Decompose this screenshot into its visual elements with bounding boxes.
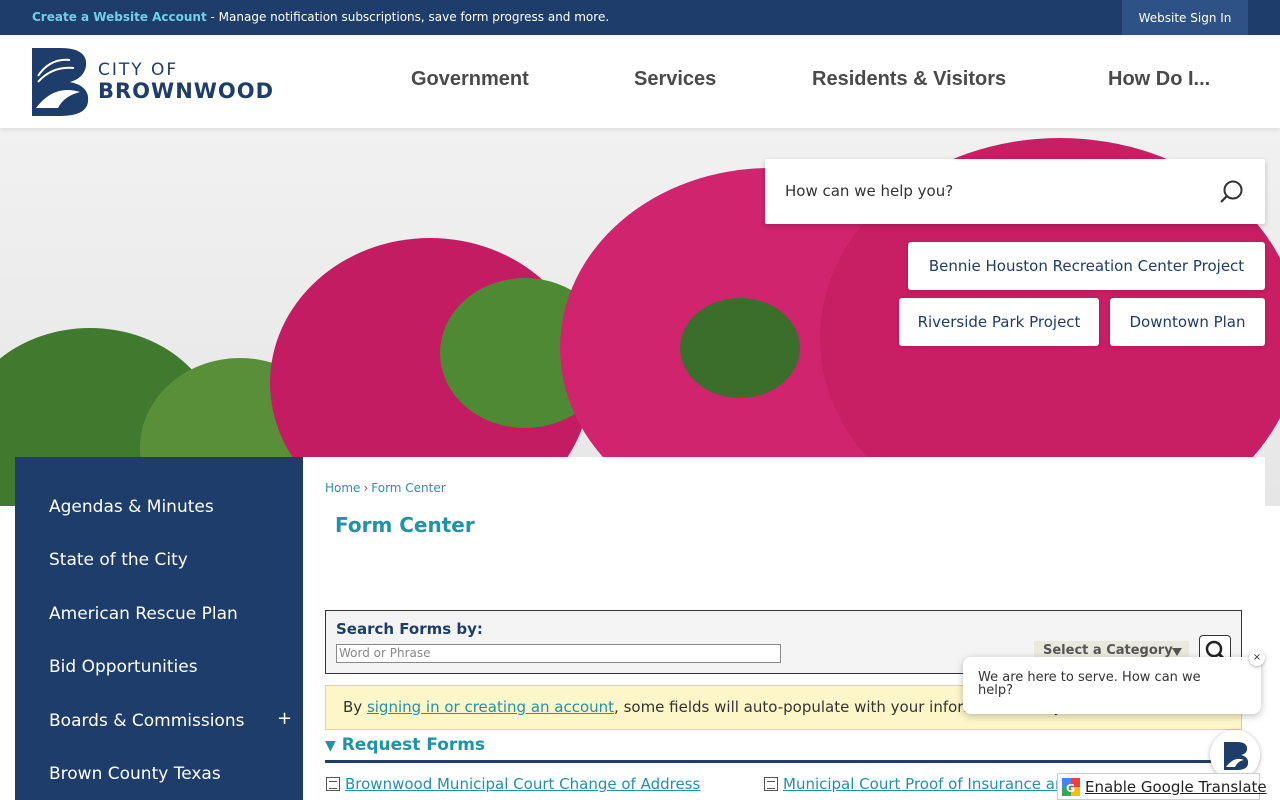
sidebar-nav: Agendas & Minutes State of the City Amer… (15, 457, 303, 800)
city-logo[interactable]: CITY OF BROWNWOOD (30, 46, 273, 118)
nav-services[interactable]: Services (634, 68, 716, 91)
category-select-value: Select a Category (1043, 643, 1173, 658)
google-translate-icon: G (1062, 778, 1080, 796)
main-content: Home › Form Center Form Center Search Form… (303, 457, 1265, 800)
breadcrumb: Home › Form Center (325, 481, 446, 495)
site-search-input[interactable]: How can we help you? (785, 182, 953, 200)
chat-popup[interactable]: We are here to serve. How can we help? × (963, 650, 1265, 714)
nav-residents-visitors[interactable]: Residents & Visitors (812, 68, 1006, 91)
quick-link-riverside-park[interactable]: Riverside Park Project (899, 298, 1099, 346)
dropdown-arrow-icon (1172, 648, 1182, 656)
logo-city-name: BROWNWOOD (98, 79, 275, 103)
site-header: CITY OF BROWNWOOD Government Services Re… (0, 35, 1280, 128)
expand-icon[interactable]: + (277, 708, 292, 729)
sign-in-button[interactable]: Website Sign In (1122, 0, 1248, 35)
search-icon[interactable] (1219, 179, 1245, 205)
page-title: Form Center (335, 513, 475, 537)
site-search-box[interactable]: How can we help you? (765, 159, 1265, 224)
chat-message: We are here to serve. How can we help? (978, 670, 1201, 698)
breadcrumb-separator: › (363, 481, 369, 495)
logo-mark-icon (32, 48, 89, 116)
close-icon[interactable]: × (1249, 650, 1265, 666)
sidebar-item-boards-commissions[interactable]: Boards & Commissions (49, 711, 244, 731)
top-bar: Create a Website Account - Manage notifi… (0, 0, 1280, 35)
sidebar-item-agendas-minutes[interactable]: Agendas & Minutes (49, 497, 214, 517)
svg-text:G: G (1066, 782, 1075, 795)
request-forms-title: Request Forms (341, 735, 486, 755)
account-message-text: - Manage notification subscriptions, sav… (206, 10, 610, 24)
request-forms-header[interactable]: ▼ Request Forms (325, 735, 1242, 763)
sidebar-item-state-of-the-city[interactable]: State of the City (49, 550, 188, 570)
google-translate-button[interactable]: G Enable Google Translate (1057, 773, 1267, 800)
breadcrumb-current[interactable]: Form Center (371, 481, 445, 495)
form-document-icon (326, 777, 340, 791)
notice-prefix: By (343, 698, 367, 716)
sidebar-item-brown-county-texas[interactable]: Brown County Texas (49, 764, 221, 784)
sign-in-link[interactable]: signing in or creating an account (367, 698, 614, 716)
nav-government[interactable]: Government (411, 68, 529, 91)
quick-link-recreation-center[interactable]: Bennie Houston Recreation Center Project (908, 242, 1265, 290)
sidebar-item-american-rescue-plan[interactable]: American Rescue Plan (49, 604, 238, 624)
logo-city-of: CITY OF (98, 60, 179, 80)
quick-link-downtown-plan[interactable]: Downtown Plan (1110, 298, 1265, 346)
form-document-icon (764, 777, 778, 791)
google-translate-label: Enable Google Translate (1085, 778, 1267, 796)
form-search-label: Search Forms by: (336, 620, 483, 638)
hero-foliage (680, 298, 800, 398)
form-link-change-of-address[interactable]: Brownwood Municipal Court Change of Addr… (345, 775, 700, 793)
breadcrumb-home[interactable]: Home (325, 481, 360, 495)
sidebar-item-bid-opportunities[interactable]: Bid Opportunities (49, 657, 198, 677)
nav-how-do-i[interactable]: How Do I... (1108, 68, 1210, 91)
create-account-link[interactable]: Create a Website Account (32, 10, 207, 24)
account-message: Create a Website Account - Manage notifi… (32, 10, 609, 24)
form-search-input[interactable]: Word or Phrase (336, 644, 781, 663)
collapse-arrow-icon: ▼ (325, 738, 336, 754)
